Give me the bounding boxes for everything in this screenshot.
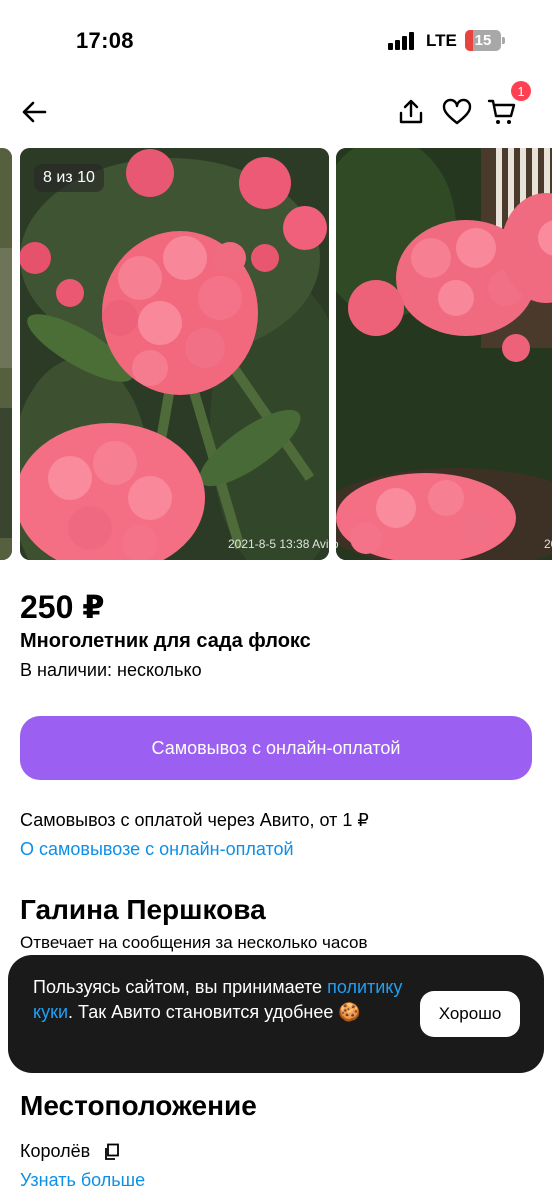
cart-badge: 1 (511, 81, 531, 101)
battery-cap (502, 37, 505, 44)
top-nav (0, 88, 552, 138)
network-type: LTE (426, 31, 457, 50)
photo-current[interactable] (20, 148, 329, 560)
arrow-left-icon[interactable] (18, 96, 50, 128)
cookie-accept-button[interactable]: Хорошо (420, 991, 520, 1037)
next-photo-timestamp: 20 (544, 537, 552, 551)
battery-icon: 15 (465, 30, 501, 51)
listing-title: Многолетник для сада флокс (20, 630, 311, 652)
pickup-info-link[interactable]: О самовывозе с онлайн-оплатой (20, 839, 294, 860)
photo-counter: 8 из 10 (34, 164, 104, 192)
avito-watermark: Avito (312, 537, 339, 551)
availability: В наличии: несколько (20, 660, 202, 680)
city-name: Королёв (20, 1141, 91, 1161)
battery-level: 15 (474, 32, 492, 49)
photo-next[interactable] (336, 148, 552, 560)
heart-icon[interactable] (441, 96, 473, 128)
seller-reply-time: Отвечает на сообщения за несколько часов (20, 933, 368, 952)
learn-more-link[interactable]: Узнать больше (20, 1170, 145, 1191)
copy-icon[interactable] (103, 1143, 121, 1161)
price: 250 ₽ (20, 589, 105, 625)
location-heading: Местоположение (20, 1090, 257, 1121)
cookie-text: Пользуясь сайтом, вы принимаете политику… (33, 977, 403, 1022)
photo-timestamp: 2021-8-5 13:38 Avito (228, 537, 339, 551)
share-icon[interactable] (395, 96, 427, 128)
status-bar: 17:08 LTE 15 (0, 0, 552, 80)
cart-icon[interactable] (486, 96, 518, 128)
status-time: 17:08 (76, 28, 134, 53)
photo-previous[interactable] (0, 148, 12, 560)
seller-name[interactable]: Галина Першкова (20, 894, 266, 926)
pickup-info: Самовывоз с оплатой через Авито, от 1 ₽ (20, 810, 369, 830)
pickup-online-payment-button[interactable]: Самовывоз с онлайн-оплатой (20, 716, 532, 780)
signal-icon (388, 32, 416, 50)
photo-gallery[interactable] (0, 148, 552, 560)
cookie-banner: Пользуясь сайтом, вы принимаете политику… (8, 955, 544, 1073)
